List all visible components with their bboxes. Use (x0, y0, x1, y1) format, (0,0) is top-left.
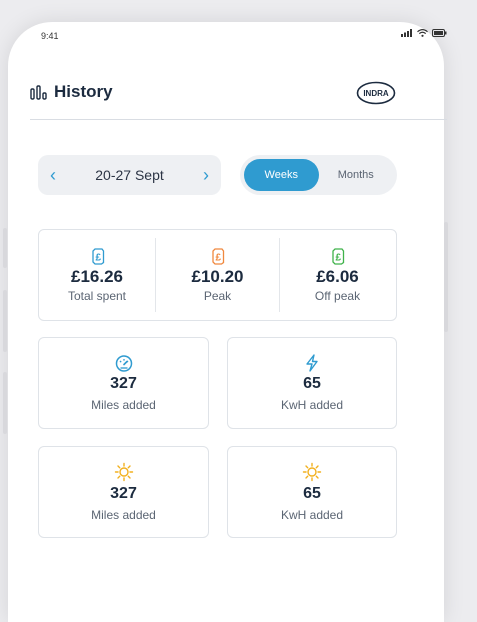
page-title: History (54, 82, 113, 101)
side-button (3, 290, 7, 352)
svg-text:£: £ (336, 252, 342, 263)
bar-chart-icon (30, 84, 47, 100)
stat-value: £16.26 (71, 266, 123, 286)
tile-value: 327 (110, 485, 137, 502)
tile-label: KwH added (280, 398, 344, 412)
logo-text: INDRA (363, 89, 389, 98)
tile-label: KwH added (280, 508, 344, 522)
speedometer-icon (115, 355, 132, 372)
tile-label: Miles added (91, 398, 156, 412)
tile-value: 327 (110, 375, 137, 392)
stat-total-spent: £ £16.26 Total spent (39, 230, 155, 320)
toggle-months[interactable]: Months (319, 159, 394, 191)
tile-miles-added[interactable]: 327 Miles added (38, 337, 209, 429)
tile-kwh-added[interactable]: 65 KwH added (227, 446, 397, 538)
svg-text:£: £ (216, 252, 222, 263)
summary-card: £ £16.26 Total spent £ £10.20 Peak £ £6.… (38, 229, 397, 321)
lightning-icon (306, 354, 318, 372)
tile-kwh-added[interactable]: 65 KwH added (227, 337, 397, 429)
wifi-icon (417, 29, 428, 37)
stat-label: Total spent (67, 288, 127, 303)
tile-label: Miles added (91, 508, 156, 522)
sun-icon (302, 462, 322, 482)
chevron-left-icon[interactable]: ‹ (50, 166, 56, 184)
sun-icon (114, 462, 133, 482)
stat-label: Peak (203, 288, 232, 303)
battery-icon (432, 29, 447, 37)
stat-label: Off peak (314, 288, 361, 303)
date-range-label: 20-27 Sept (95, 167, 164, 183)
pound-icon: £ (91, 247, 104, 265)
status-icons (401, 29, 447, 37)
pound-icon: £ (332, 247, 345, 265)
stat-value: £6.06 (316, 266, 359, 286)
tile-value: 65 (303, 485, 321, 502)
header-divider (30, 119, 447, 120)
period-toggle: Weeks Months (240, 155, 397, 195)
stat-peak: £ £10.20 Peak (156, 230, 279, 320)
stat-off-peak: £ £6.06 Off peak (280, 230, 395, 320)
pound-icon: £ (212, 247, 225, 265)
side-button (444, 222, 448, 332)
side-button (3, 372, 7, 434)
date-range-selector: ‹ 20-27 Sept › (38, 155, 221, 195)
indra-logo: INDRA (356, 81, 396, 105)
side-button (3, 228, 7, 268)
signal-icon (401, 29, 412, 37)
page-header: History (30, 82, 113, 102)
tile-miles-added[interactable]: 327 Miles added (38, 446, 209, 538)
toggle-weeks[interactable]: Weeks (244, 159, 319, 191)
chevron-right-icon[interactable]: › (203, 166, 209, 184)
tile-value: 65 (303, 375, 321, 392)
svg-text:£: £ (95, 252, 101, 263)
stat-value: £10.20 (191, 266, 244, 286)
status-time: 9:41 (41, 31, 59, 41)
